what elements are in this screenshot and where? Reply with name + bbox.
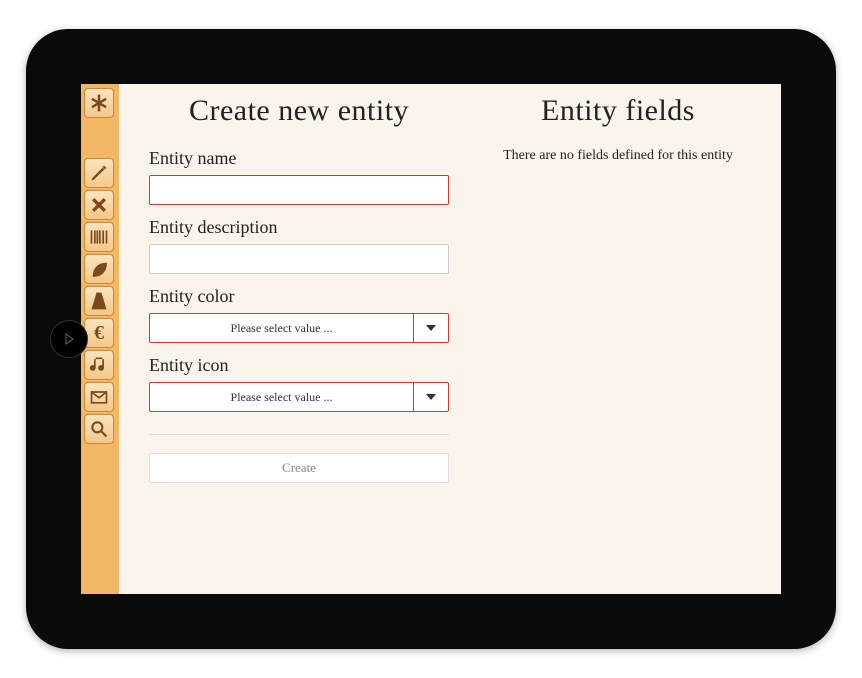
entity-color-caret[interactable] (414, 314, 448, 342)
create-button[interactable]: Create (149, 453, 449, 483)
sidebar-item-euro[interactable]: € (84, 318, 114, 348)
entity-name-input[interactable] (149, 175, 449, 205)
sidebar-item-road[interactable] (84, 286, 114, 316)
entity-color-placeholder: Please select value ... (150, 314, 414, 342)
mail-icon (89, 387, 109, 407)
home-button[interactable] (50, 320, 88, 358)
form-divider (149, 434, 449, 435)
form-group-name: Entity name (149, 148, 449, 205)
close-icon (89, 195, 109, 215)
entity-icon-label: Entity icon (149, 355, 449, 376)
form-group-icon: Entity icon Please select value ... (149, 355, 449, 412)
euro-icon: € (94, 323, 104, 343)
sidebar-item-barcode[interactable] (84, 222, 114, 252)
music-icon (89, 355, 109, 375)
chevron-down-icon (426, 394, 436, 400)
entity-description-label: Entity description (149, 217, 449, 238)
entity-icon-placeholder: Please select value ... (150, 383, 414, 411)
entity-fields-panel: Entity fields There are no fields define… (479, 94, 757, 584)
pencil-icon (89, 163, 109, 183)
entity-icon-select[interactable]: Please select value ... (149, 382, 449, 412)
entity-description-input[interactable] (149, 244, 449, 274)
sidebar-item-delete[interactable] (84, 190, 114, 220)
asterisk-icon (89, 93, 109, 113)
no-fields-message: There are no fields defined for this ent… (479, 148, 757, 164)
play-icon (62, 332, 76, 346)
sidebar-item-asterisk[interactable] (84, 88, 114, 118)
sidebar-item-music[interactable] (84, 350, 114, 380)
main-content: Create new entity Entity name Entity des… (119, 84, 781, 594)
sidebar-item-leaf[interactable] (84, 254, 114, 284)
tablet-frame: € Create new entity (26, 29, 836, 649)
fields-heading: Entity fields (479, 94, 757, 128)
sidebar-item-mail[interactable] (84, 382, 114, 412)
leaf-icon (89, 259, 109, 279)
road-icon (89, 291, 109, 311)
entity-color-label: Entity color (149, 286, 449, 307)
search-icon (89, 419, 109, 439)
entity-color-select[interactable]: Please select value ... (149, 313, 449, 343)
form-group-description: Entity description (149, 217, 449, 274)
entity-name-label: Entity name (149, 148, 449, 169)
create-entity-panel: Create new entity Entity name Entity des… (149, 94, 449, 584)
app-screen: € Create new entity (81, 84, 781, 594)
entity-icon-caret[interactable] (414, 383, 448, 411)
create-heading: Create new entity (149, 94, 449, 128)
sidebar-item-search[interactable] (84, 414, 114, 444)
chevron-down-icon (426, 325, 436, 331)
form-group-color: Entity color Please select value ... (149, 286, 449, 343)
barcode-icon (89, 227, 109, 247)
sidebar-item-edit[interactable] (84, 158, 114, 188)
